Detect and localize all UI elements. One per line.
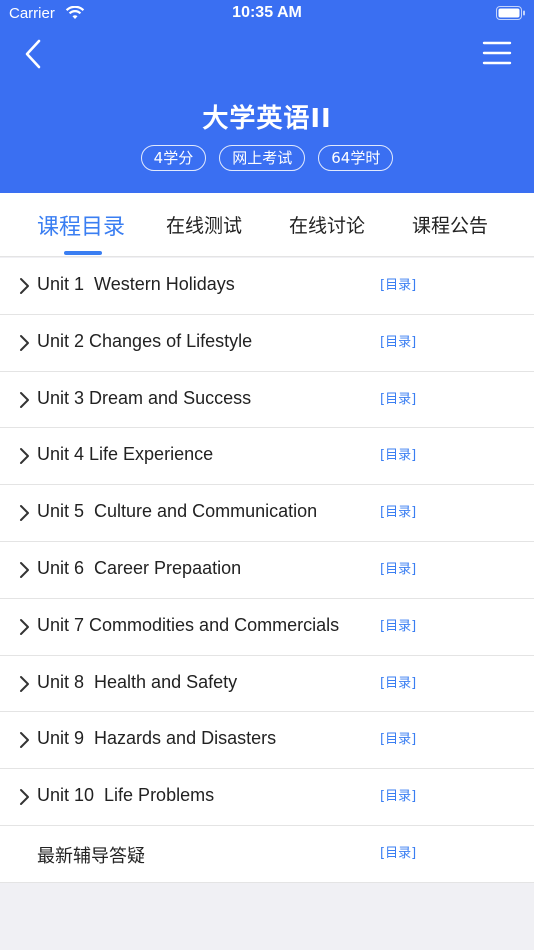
unit-title: Unit 1 Western Holidays xyxy=(37,274,235,294)
tab-online-test[interactable]: 在线测试 xyxy=(166,211,242,238)
chevron-right-icon xyxy=(20,732,29,749)
hours-tag: 64学时 xyxy=(318,145,394,171)
unit-title: Unit 8 Health and Safety xyxy=(37,671,238,692)
list-item[interactable]: Unit 10 Life Problems [目录] xyxy=(0,769,534,826)
catalog-link[interactable]: [目录] xyxy=(380,501,416,520)
course-tags: 4学分 网上考试 64学时 xyxy=(0,145,534,171)
chevron-right-icon xyxy=(20,561,29,578)
tab-bar: 课程目录 在线测试 在线讨论 课程公告 xyxy=(0,193,534,257)
chevron-right-icon xyxy=(20,391,29,408)
list-item[interactable]: Unit 9 Hazards and Disasters [目录] xyxy=(0,712,534,770)
back-button[interactable] xyxy=(16,36,52,72)
list-item[interactable]: 最新辅导答疑 [目录] xyxy=(0,826,534,883)
unit-title: Unit 9 Hazards and Disasters xyxy=(37,728,277,749)
credit-tag: 4学分 xyxy=(140,145,207,171)
chevron-right-icon xyxy=(20,789,29,806)
catalog-link[interactable]: [目录] xyxy=(380,842,416,861)
catalog-link[interactable]: [目录] xyxy=(380,728,416,747)
chevron-right-icon xyxy=(20,675,29,692)
tab-online-discussion[interactable]: 在线讨论 xyxy=(289,211,365,238)
unit-title: Unit 6 Career Prepaation xyxy=(37,557,242,578)
tab-course-announcements[interactable]: 课程公告 xyxy=(412,211,488,238)
list-item[interactable]: Unit 6 Career Prepaation [目录] xyxy=(0,542,534,599)
unit-list: Unit 1 Western Holidays [目录] Unit 2 Chan… xyxy=(0,258,534,883)
unit-title: Unit 10 Life Problems xyxy=(37,785,215,806)
list-item[interactable]: Unit 1 Western Holidays [目录] xyxy=(0,258,534,315)
list-item[interactable]: Unit 3 Dream and Success [目录] xyxy=(0,372,534,429)
course-header: Carrier 10:35 AM 大学英语II 4学分 网上考试 64学时 xyxy=(0,0,534,193)
catalog-link[interactable]: [目录] xyxy=(380,274,416,293)
list-item[interactable]: Unit 7 Commodities and Commercials [目录] xyxy=(0,599,534,656)
status-bar: Carrier 10:35 AM xyxy=(0,0,534,28)
chevron-right-icon xyxy=(20,448,29,465)
unit-title: Unit 3 Dream and Success xyxy=(37,387,252,408)
menu-button[interactable] xyxy=(482,38,512,68)
status-time: 10:35 AM xyxy=(232,4,302,21)
back-chevron-icon xyxy=(25,39,41,69)
catalog-link[interactable]: [目录] xyxy=(380,615,416,634)
chevron-right-icon xyxy=(20,505,29,522)
list-item[interactable]: Unit 4 Life Experience [目录] xyxy=(0,428,534,486)
unit-title: Unit 7 Commodities and Commercials xyxy=(37,614,340,635)
list-item[interactable]: Unit 8 Health and Safety [目录] xyxy=(0,656,534,713)
active-tab-indicator xyxy=(64,251,102,255)
battery-icon xyxy=(496,6,525,20)
hamburger-menu-icon xyxy=(482,41,512,65)
unit-title: Unit 4 Life Experience xyxy=(37,444,214,465)
chevron-right-icon xyxy=(20,278,29,294)
chevron-right-icon xyxy=(20,618,29,635)
chevron-right-icon xyxy=(20,334,29,351)
course-title: 大学英语II xyxy=(202,104,332,134)
catalog-link[interactable]: [目录] xyxy=(380,444,416,463)
tab-course-catalog[interactable]: 课程目录 xyxy=(37,209,125,241)
catalog-link[interactable]: [目录] xyxy=(380,785,416,804)
catalog-link[interactable]: [目录] xyxy=(380,331,416,350)
catalog-link[interactable]: [目录] xyxy=(380,672,416,691)
list-item[interactable]: Unit 2 Changes of Lifestyle [目录] xyxy=(0,315,534,372)
catalog-link[interactable]: [目录] xyxy=(380,558,416,577)
unit-title: Unit 5 Culture and Communication xyxy=(37,501,318,522)
list-item[interactable]: Unit 5 Culture and Communication [目录] xyxy=(0,485,534,542)
catalog-link[interactable]: [目录] xyxy=(380,388,416,407)
unit-title: Unit 2 Changes of Lifestyle xyxy=(37,330,253,351)
exam-type-tag: 网上考试 xyxy=(219,145,306,171)
unit-title: 最新辅导答疑 xyxy=(37,845,145,867)
